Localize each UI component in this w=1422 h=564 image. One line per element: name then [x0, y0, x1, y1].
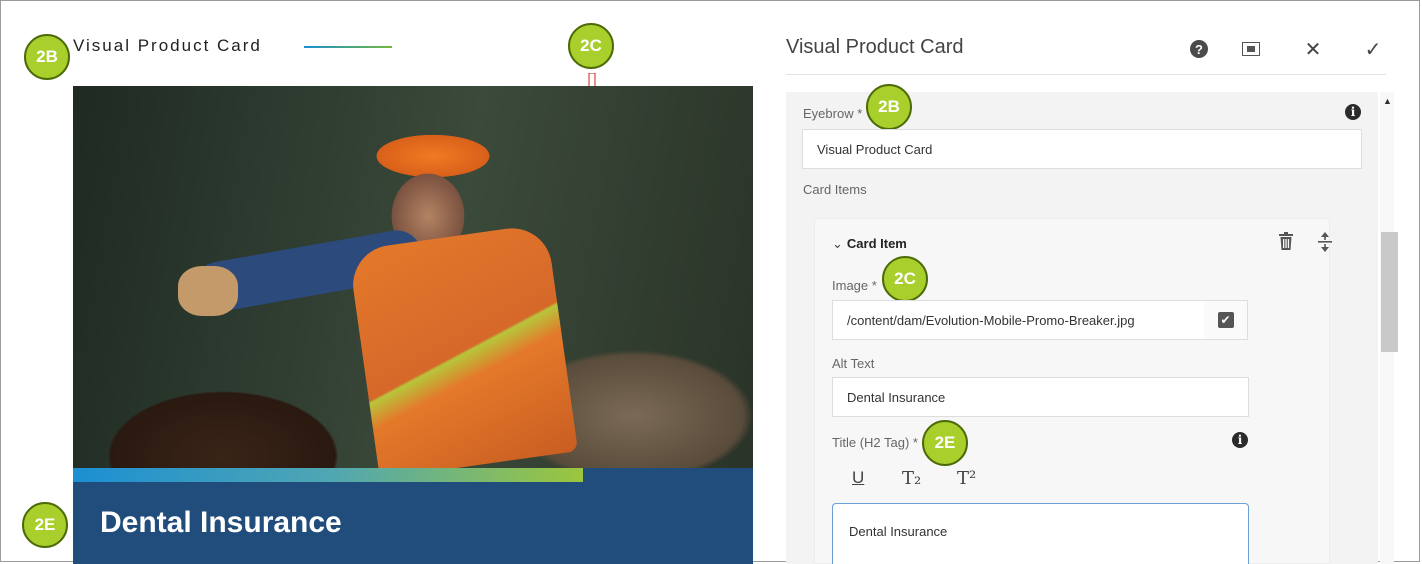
badge-2c-preview: 2C [568, 23, 614, 69]
trash-icon[interactable] [1279, 232, 1293, 250]
close-button[interactable]: ✕ [1300, 36, 1326, 62]
card-items-label: Card Items [803, 182, 867, 197]
badge-2b-dialog: 2B [866, 84, 912, 130]
eyebrow-underline [304, 46, 392, 48]
scroll-up-icon[interactable]: ▲ [1383, 96, 1392, 106]
image-path-input[interactable]: /content/dam/Evolution-Mobile-Promo-Brea… [832, 300, 1205, 340]
card-title-band: Dental Insurance [73, 482, 753, 564]
image-label: Image * [832, 278, 877, 293]
card-item-header[interactable]: ⌄ Card Item [832, 236, 907, 252]
check-icon: ✓ [1364, 38, 1382, 61]
superscript-button[interactable]: T² [957, 468, 976, 489]
dialog-title: Visual Product Card [786, 36, 964, 58]
done-button[interactable]: ✓ [1360, 36, 1386, 62]
fullscreen-icon [1242, 42, 1260, 56]
help-icon: ? [1190, 40, 1208, 58]
title-info-icon[interactable]: i [1232, 432, 1248, 448]
image-glove [178, 266, 238, 316]
eyebrow-input[interactable]: Visual Product Card [802, 129, 1362, 169]
alt-text-input[interactable]: Dental Insurance [832, 377, 1249, 417]
title-label: Title (H2 Tag) * [832, 435, 918, 450]
image-vest [347, 223, 579, 468]
checkbox-icon: ✔ [1217, 312, 1234, 328]
reorder-icon[interactable] [1318, 232, 1332, 252]
badge-2e-dialog: 2E [922, 420, 968, 466]
image-browse-button[interactable]: ✔ [1204, 300, 1248, 340]
card-item-header-label: Card Item [846, 236, 907, 251]
card-title: Dental Insurance [100, 506, 342, 539]
card-image[interactable] [73, 86, 753, 468]
subscript-button[interactable]: T₂ [902, 468, 921, 489]
badge-2c-dialog: 2C [882, 256, 928, 302]
preview-eyebrow: Visual Product Card [73, 36, 262, 55]
eyebrow-label: Eyebrow * [803, 106, 863, 121]
title-rich-text-editor[interactable]: Dental Insurance [832, 503, 1249, 564]
badge-2e-preview: 2E [22, 502, 68, 548]
dialog-header-divider [786, 74, 1386, 75]
underline-button[interactable]: U [852, 468, 864, 488]
scrollbar-thumb[interactable] [1381, 232, 1398, 352]
help-button[interactable]: ? [1186, 36, 1212, 62]
alt-text-label: Alt Text [832, 356, 875, 371]
chevron-down-icon: ⌄ [832, 236, 843, 251]
eyebrow-info-icon[interactable]: i [1345, 104, 1361, 120]
badge-2b-preview: 2B [24, 34, 70, 80]
fullscreen-button[interactable] [1238, 36, 1264, 62]
accent-stripe [73, 468, 753, 482]
close-icon: ✕ [1304, 38, 1322, 61]
